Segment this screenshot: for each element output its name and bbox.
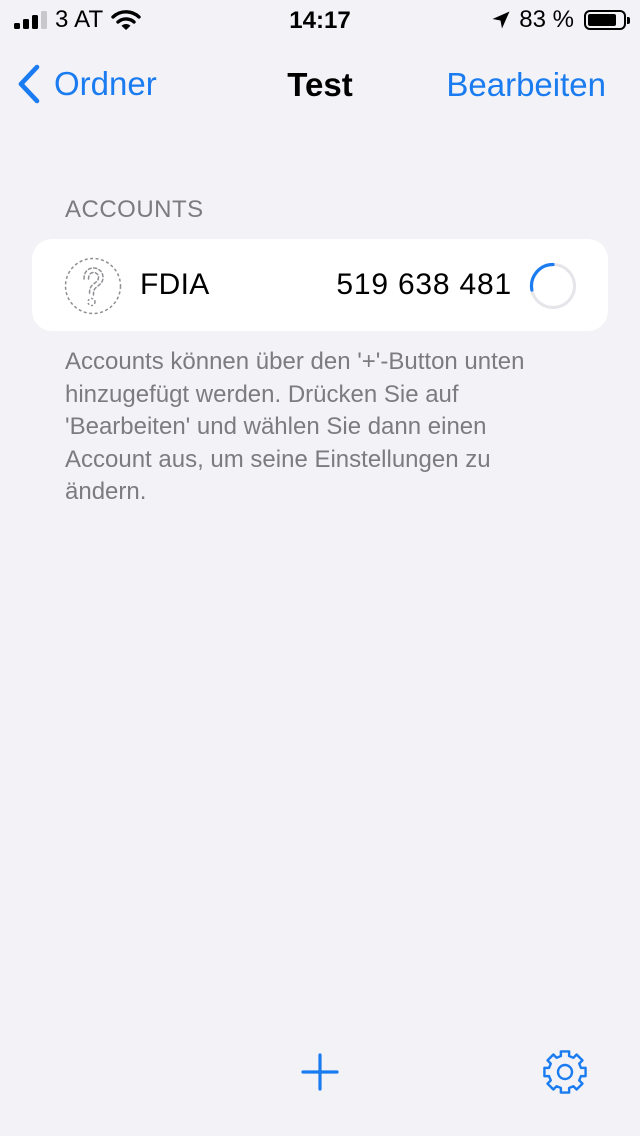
question-mark-icon [64,257,122,315]
location-arrow-icon [492,11,510,29]
account-code: 519 638 481 [336,268,512,301]
add-account-button[interactable] [300,1052,340,1092]
battery-icon [584,10,630,30]
gear-icon [543,1050,587,1094]
account-row[interactable]: FDIA 519 638 481 [32,239,608,331]
section-footer-hint: Accounts können über den '+'-Button unte… [65,348,525,505]
accounts-list: FDIA 519 638 481 [32,239,608,331]
status-right: 83 % [491,6,630,33]
edit-button[interactable]: Bearbeiten [446,66,606,104]
countdown-timer-icon [529,262,576,309]
plus-icon [301,1053,339,1091]
settings-button[interactable] [541,1048,589,1096]
bottom-toolbar [0,1036,640,1136]
battery-fill [588,14,617,26]
navigation-bar: Ordner Test Bearbeiten [0,44,640,124]
battery-percentage: 83 % [519,6,574,33]
account-name: FDIA [140,268,210,301]
status-bar: 3 AT 14:17 83 % [0,0,640,40]
section-header-accounts: ACCOUNTS [65,196,204,223]
